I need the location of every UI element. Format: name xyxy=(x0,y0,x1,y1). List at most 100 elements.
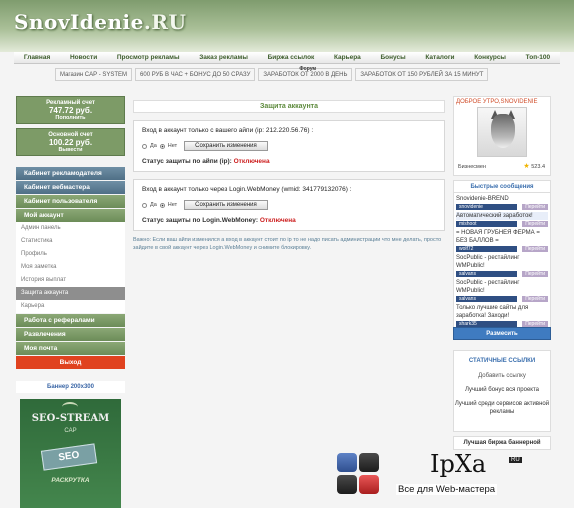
wm-yes-label: Да xyxy=(150,202,157,208)
best-banner-exchange[interactable]: Лучшая биржа баннерной xyxy=(453,436,551,450)
nav-item-link-exchange[interactable]: Биржа ссылок xyxy=(268,54,315,61)
seo-stream-banner[interactable]: SEO-STREAM CAP SEO РАСКРУТКА xyxy=(20,399,121,508)
promo-link[interactable]: Форум ЗАРАБОТОК ОТ 2000 В ДЕНЬ xyxy=(258,66,353,81)
wm-no-label: Нет xyxy=(167,202,178,208)
promo-link[interactable]: Магазин CAP - SYSTEM xyxy=(55,67,133,81)
promo-link[interactable]: 600 РУБ В ЧАС + БОНУС ДО 50 СРАЗУ xyxy=(135,67,256,81)
nav-item-catalogs[interactable]: Каталоги xyxy=(425,54,454,61)
site-logo[interactable]: SnovIdenie.RU xyxy=(14,10,186,34)
ip-yes-label: Да xyxy=(150,143,157,149)
nav-item-contests[interactable]: Конкурсы xyxy=(474,54,506,61)
wm-no-radio[interactable] xyxy=(159,202,165,208)
greeting: ДОБРОЕ УТРО,SNOVIDENIE xyxy=(456,99,538,105)
withdraw-link[interactable]: Вывести xyxy=(17,147,124,153)
right-sidebar: ДОБРОЕ УТРО,SNOVIDENIE Бизнесмен ★ 523.4… xyxy=(453,96,551,450)
banner-line1: SEO-STREAM xyxy=(31,413,110,424)
forum-label: Форум xyxy=(299,65,317,72)
go-button[interactable]: Перейти xyxy=(522,204,548,210)
wm-protection-options: Да Нет Сохранить изменения xyxy=(142,200,436,210)
post-message-button[interactable]: Размесить xyxy=(453,327,551,340)
top-up-link[interactable]: Пополнить xyxy=(17,115,124,121)
ipxa-tagline: Все для Web-мастера xyxy=(396,484,498,495)
list-item: Snovidenie-BREND snovidenie Перейти xyxy=(453,193,551,210)
static-link[interactable]: Лучший бонус вся проекта xyxy=(454,387,550,393)
nav-item-home[interactable]: Главная xyxy=(24,54,50,61)
message-text[interactable]: Только лучшие сайты для заработка! Заход… xyxy=(456,304,548,320)
message-text[interactable]: Snovidenie-BREND xyxy=(456,195,548,203)
nav-item-news[interactable]: Новости xyxy=(70,54,97,61)
menu-my-mail[interactable]: Моя почта xyxy=(16,342,125,355)
logo-ru: .RU xyxy=(143,10,187,34)
wm-yes-radio[interactable] xyxy=(142,202,147,208)
wm-status-label: Статус защиты по Login.WebMoney: xyxy=(142,217,259,224)
ipxa-brand-tag: RU xyxy=(509,457,522,463)
submenu-my-note[interactable]: Моя заметка xyxy=(16,261,125,274)
message-text[interactable]: = НОВАЯ ГРУБНЕЯ ФЕРМА = БЕЗ БАЛЛОВ = xyxy=(456,229,548,245)
go-button[interactable]: Перейти xyxy=(522,321,548,327)
message-user[interactable]: wolf72 xyxy=(456,246,517,252)
wm-protection-status: Статус защиты по Login.WebMoney: Отключе… xyxy=(142,217,436,224)
wm-save-button[interactable]: Сохранить изменения xyxy=(184,200,268,210)
menu-referrals[interactable]: Работа с рефералами xyxy=(16,314,125,327)
ipxa-brand: IpXa xyxy=(430,450,487,478)
message-text[interactable]: SocPublic - рестайлинг WMPublic! xyxy=(456,254,548,270)
list-item: SocPublic - рестайлинг WMPublic! salvans… xyxy=(453,252,551,277)
site-header: SnovIdenie.RU xyxy=(0,0,574,52)
nav-item-view-ads[interactable]: Просмотр рекламы xyxy=(117,54,180,61)
ipxa-logo-icon xyxy=(337,453,381,495)
submenu-payout-history[interactable]: История выплат xyxy=(16,274,125,287)
nav-item-bonuses[interactable]: Бонусы xyxy=(380,54,405,61)
submenu-account-protection[interactable]: Защита аккаунта xyxy=(16,287,125,300)
avatar[interactable] xyxy=(477,107,527,157)
submenu-profile[interactable]: Профиль xyxy=(16,248,125,261)
submenu-admin-panel[interactable]: Админ панель xyxy=(16,222,125,235)
main-account-box: Основной счет 100.22 руб. Вывести xyxy=(16,128,125,156)
wolf-avatar-icon xyxy=(491,114,515,148)
list-item: SocPublic - рестайлинг WMPublic! salvans… xyxy=(453,277,551,302)
list-item: Автоматический заработок! mishoot Перейти xyxy=(453,210,551,227)
message-user[interactable]: salvans xyxy=(456,271,517,277)
menu-user-cabinet[interactable]: Кабинет пользователя xyxy=(16,195,125,208)
important-note: Важно: Если ваш айпи изменился а вход в … xyxy=(133,237,442,251)
banner-title: Баннер 200x300 xyxy=(16,381,125,393)
user-rating: ★ 523.4 xyxy=(523,162,545,170)
message-user[interactable]: shark35 xyxy=(456,321,517,327)
ip-yes-radio[interactable] xyxy=(142,143,147,149)
quick-messages-title: Быстрые сообщения xyxy=(453,180,551,193)
static-links-title: СТАТИЧНЫЕ ССЫЛКИ xyxy=(468,358,536,364)
submenu-career[interactable]: Карьера xyxy=(16,300,125,313)
message-user[interactable]: salvans xyxy=(456,296,517,302)
logo-main: SnovIdenie xyxy=(14,10,144,34)
message-user[interactable]: snovidenie xyxy=(456,204,517,210)
promo-link[interactable]: ЗАРАБОТОК ОТ 150 РУБЛЕЙ ЗА 15 МИНУТ xyxy=(355,67,489,81)
nav-item-order-ads[interactable]: Заказ рекламы xyxy=(199,54,248,61)
static-links-box: СТАТИЧНЫЕ ССЫЛКИ Добавить ссылку Лучший … xyxy=(453,350,551,432)
wm-protection-question: Вход в аккаунт только через Login.WebMon… xyxy=(142,186,352,193)
add-link-button[interactable]: Добавить ссылку xyxy=(454,373,550,379)
message-text[interactable]: SocPublic - рестайлинг WMPublic! xyxy=(456,279,548,295)
static-link[interactable]: Лучший среди сервисов активной рекламы xyxy=(454,400,550,416)
ip-protection-question: Вход в аккаунт только с вашего айпи (ip:… xyxy=(142,127,314,134)
main-account-value: 100.22 руб. xyxy=(48,138,93,147)
ad-account-value: 747.72 руб. xyxy=(48,106,93,115)
logout-button[interactable]: Выход xyxy=(16,356,125,369)
ip-no-radio[interactable] xyxy=(159,143,165,149)
submenu-statistics[interactable]: Статистика xyxy=(16,235,125,248)
menu-my-account[interactable]: Мой аккаунт xyxy=(16,209,125,222)
go-button[interactable]: Перейти xyxy=(522,221,548,227)
go-button[interactable]: Перейти xyxy=(522,246,548,252)
menu-entertainment[interactable]: Развлечения xyxy=(16,328,125,341)
message-text[interactable]: Автоматический заработок! xyxy=(456,212,548,220)
nav-item-career[interactable]: Карьера xyxy=(334,54,361,61)
webmoney-protection-panel: Вход в аккаунт только через Login.WebMon… xyxy=(133,179,445,231)
go-button[interactable]: Перейти xyxy=(522,296,548,302)
message-user[interactable]: mishoot xyxy=(456,221,517,227)
rating-value: 523.4 xyxy=(531,164,545,170)
nav-item-top100[interactable]: Топ-100 xyxy=(526,54,550,61)
menu-advertiser-cabinet[interactable]: Кабинет рекламодателя xyxy=(16,167,125,180)
promo-links-bar: Магазин CAP - SYSTEM 600 РУБ В ЧАС + БОН… xyxy=(55,66,555,81)
main-content: Защита аккаунта Вход в аккаунт только с … xyxy=(133,100,445,252)
menu-webmaster-cabinet[interactable]: Кабинет вебмастера xyxy=(16,181,125,194)
go-button[interactable]: Перейти xyxy=(522,271,548,277)
ip-save-button[interactable]: Сохранить изменения xyxy=(184,141,268,151)
